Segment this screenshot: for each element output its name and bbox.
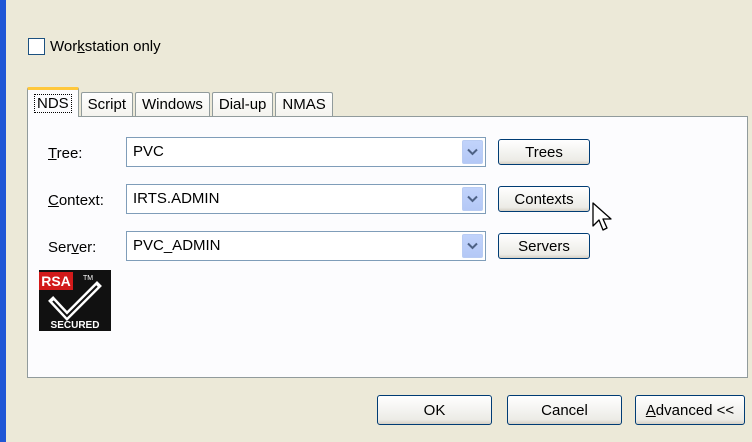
server-label: Server:	[48, 239, 96, 256]
tree-label: Tree:	[48, 145, 82, 162]
tab-label: NMAS	[282, 96, 326, 113]
tab-label: NDS	[34, 94, 72, 113]
tab-label: Windows	[142, 96, 203, 113]
label-text: er:	[78, 239, 97, 256]
tab-label: Dial-up	[218, 96, 267, 113]
rsa-secured-logo: RSA TM SECURED	[39, 270, 111, 331]
button-label: OK	[423, 401, 446, 419]
chevron-down-icon[interactable]	[462, 140, 483, 164]
button-label: Servers	[518, 237, 570, 255]
window-left-border	[0, 0, 6, 442]
label-accelerator: A	[645, 401, 656, 419]
button-label: Cancel	[541, 401, 588, 419]
label-text: ree:	[56, 145, 83, 162]
tab-nds[interactable]: NDS	[27, 87, 79, 117]
contexts-button[interactable]: Contexts	[498, 186, 590, 212]
cancel-button[interactable]: Cancel	[507, 395, 622, 425]
label-text: ontext:	[58, 192, 104, 209]
label-accelerator: C	[48, 192, 59, 209]
tab-nmas[interactable]: NMAS	[275, 92, 333, 116]
trees-button[interactable]: Trees	[498, 139, 590, 165]
label-accelerator: k	[77, 38, 85, 55]
tm-text: TM	[83, 275, 93, 282]
servers-button[interactable]: Servers	[498, 233, 590, 259]
context-label: Context:	[48, 192, 104, 209]
tab-dial-up[interactable]: Dial-up	[211, 92, 274, 116]
workstation-only-checkbox-row[interactable]: Workstation only	[28, 38, 161, 55]
tree-combobox[interactable]: PVC	[126, 137, 486, 167]
tab-script[interactable]: Script	[80, 92, 134, 116]
button-label: Trees	[525, 143, 563, 161]
tab-label: Script	[87, 96, 127, 113]
label-text: station only	[84, 38, 161, 55]
label-text: dvanced <<	[655, 401, 735, 419]
tab-windows[interactable]: Windows	[135, 92, 210, 116]
dialog-window: Workstation only NDS Script Windows Dial…	[0, 0, 752, 442]
chevron-down-icon[interactable]	[462, 187, 483, 211]
workstation-only-checkbox[interactable]	[28, 38, 45, 55]
chevron-down-icon[interactable]	[462, 234, 483, 258]
server-value: PVC_ADMIN	[133, 237, 221, 254]
context-value: IRTS.ADMIN	[133, 190, 220, 207]
advanced-button[interactable]: Advanced <<	[635, 395, 745, 425]
server-combobox[interactable]: PVC_ADMIN	[126, 231, 486, 261]
label-text: Wor	[50, 38, 78, 55]
label-accelerator: T	[48, 145, 57, 162]
label-text: Ser	[48, 239, 72, 256]
label-accelerator: v	[71, 239, 79, 256]
arrow-cursor-icon	[592, 202, 612, 231]
button-label: Advanced <<	[646, 402, 734, 419]
button-label: Contexts	[514, 190, 574, 208]
workstation-only-label[interactable]: Workstation only	[50, 38, 161, 55]
secured-text: SECURED	[51, 320, 100, 331]
tab-strip: NDS Script Windows Dial-up NMAS	[27, 86, 335, 117]
tree-value: PVC	[133, 143, 164, 160]
context-combobox[interactable]: IRTS.ADMIN	[126, 184, 486, 214]
rsa-text: RSA	[41, 273, 71, 289]
ok-button[interactable]: OK	[377, 395, 492, 425]
